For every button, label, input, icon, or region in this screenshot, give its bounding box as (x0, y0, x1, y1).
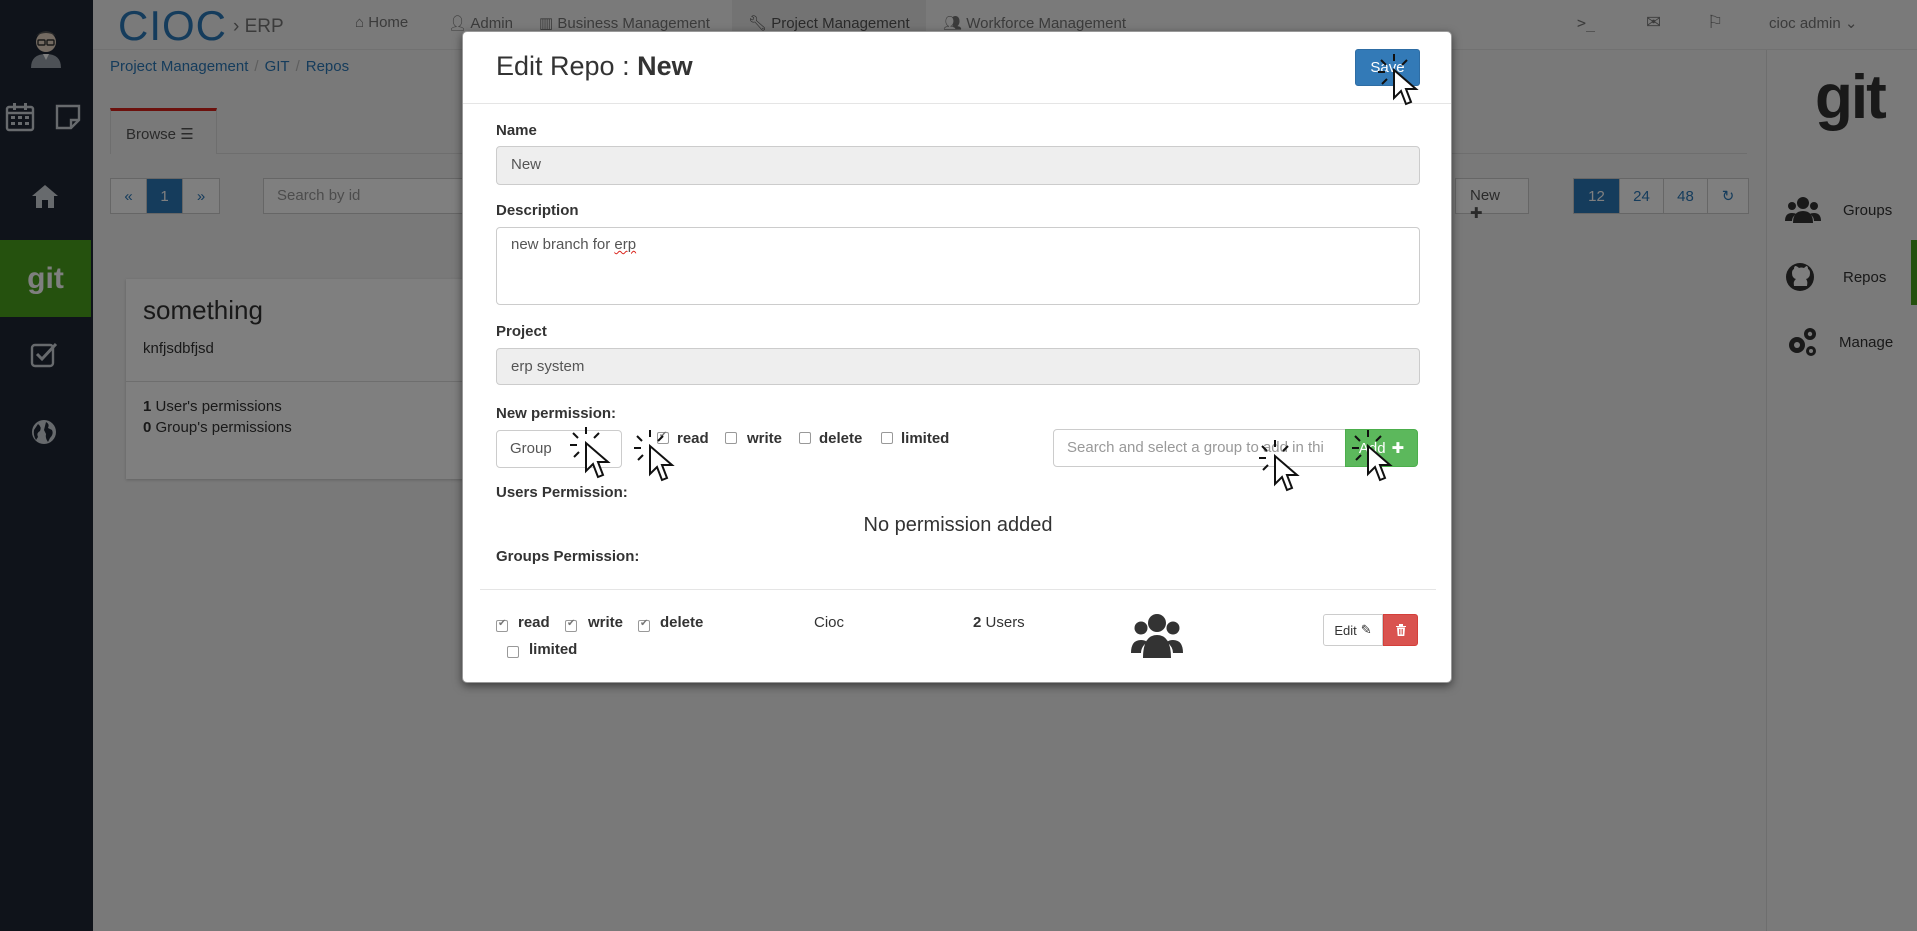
group-users-icon (1131, 614, 1183, 658)
row-read-label: read (518, 614, 550, 631)
group-users-label: Users (985, 614, 1025, 631)
modal-divider (480, 589, 1436, 590)
description-label: Description (496, 202, 579, 219)
read-label: read (677, 430, 709, 447)
modal-title-prefix: Edit Repo : (496, 51, 638, 81)
project-label: Project (496, 323, 547, 340)
description-text-misspelled: erp (614, 236, 637, 253)
add-button-label: Add (1358, 439, 1386, 457)
row-write-label: write (588, 614, 624, 631)
row-delete-label: delete (660, 614, 704, 631)
group-users-number: 2 (973, 614, 982, 631)
save-button[interactable]: Save (1355, 49, 1420, 86)
groups-permission-label: Groups Permission: (496, 548, 640, 565)
write-checkbox[interactable] (725, 432, 737, 444)
edit-button-label: Edit (1334, 622, 1357, 638)
read-checkbox[interactable] (657, 430, 669, 444)
project-field[interactable]: erp system (496, 348, 1420, 385)
group-name: Cioc (814, 614, 845, 631)
description-textarea[interactable]: new branch for erp (496, 227, 1420, 305)
permission-type-select[interactable]: Group (496, 430, 622, 468)
users-permission-label: Users Permission: (496, 484, 628, 501)
name-label: Name (496, 122, 537, 139)
delete-label: delete (819, 430, 863, 447)
delete-checkbox[interactable] (799, 432, 811, 444)
add-button[interactable]: Add ✚ (1345, 429, 1418, 467)
limited-checkbox[interactable] (881, 432, 893, 444)
group-users-count: 2 Users (973, 614, 1025, 631)
limited-label: limited (901, 430, 950, 447)
trash-icon (1395, 624, 1406, 636)
edit-repo-modal: Edit Repo : New Save Name New Descriptio… (462, 31, 1452, 683)
group-search-input[interactable]: Search and select a group to add in thi (1053, 429, 1346, 467)
pencil-icon: ✎ (1360, 622, 1372, 637)
row-read-checkbox[interactable] (496, 618, 508, 632)
no-permission-message: No permission added (863, 514, 1053, 536)
new-permission-label: New permission: (496, 405, 617, 422)
modal-header: Edit Repo : New Save (463, 32, 1451, 104)
description-text: new branch for (511, 236, 615, 253)
modal-title-name: New (637, 51, 693, 81)
edit-group-button[interactable]: Edit ✎ (1323, 614, 1383, 646)
name-field[interactable]: New (496, 146, 1420, 185)
row-limited-checkbox[interactable] (507, 646, 519, 658)
write-label: write (747, 430, 783, 447)
row-limited-label: limited (529, 641, 578, 658)
row-delete-checkbox[interactable] (638, 618, 650, 632)
plus-icon: ✚ (1391, 440, 1405, 457)
delete-group-button[interactable] (1383, 614, 1418, 646)
row-write-checkbox[interactable] (565, 618, 577, 632)
modal-title: Edit Repo : New (496, 51, 693, 82)
